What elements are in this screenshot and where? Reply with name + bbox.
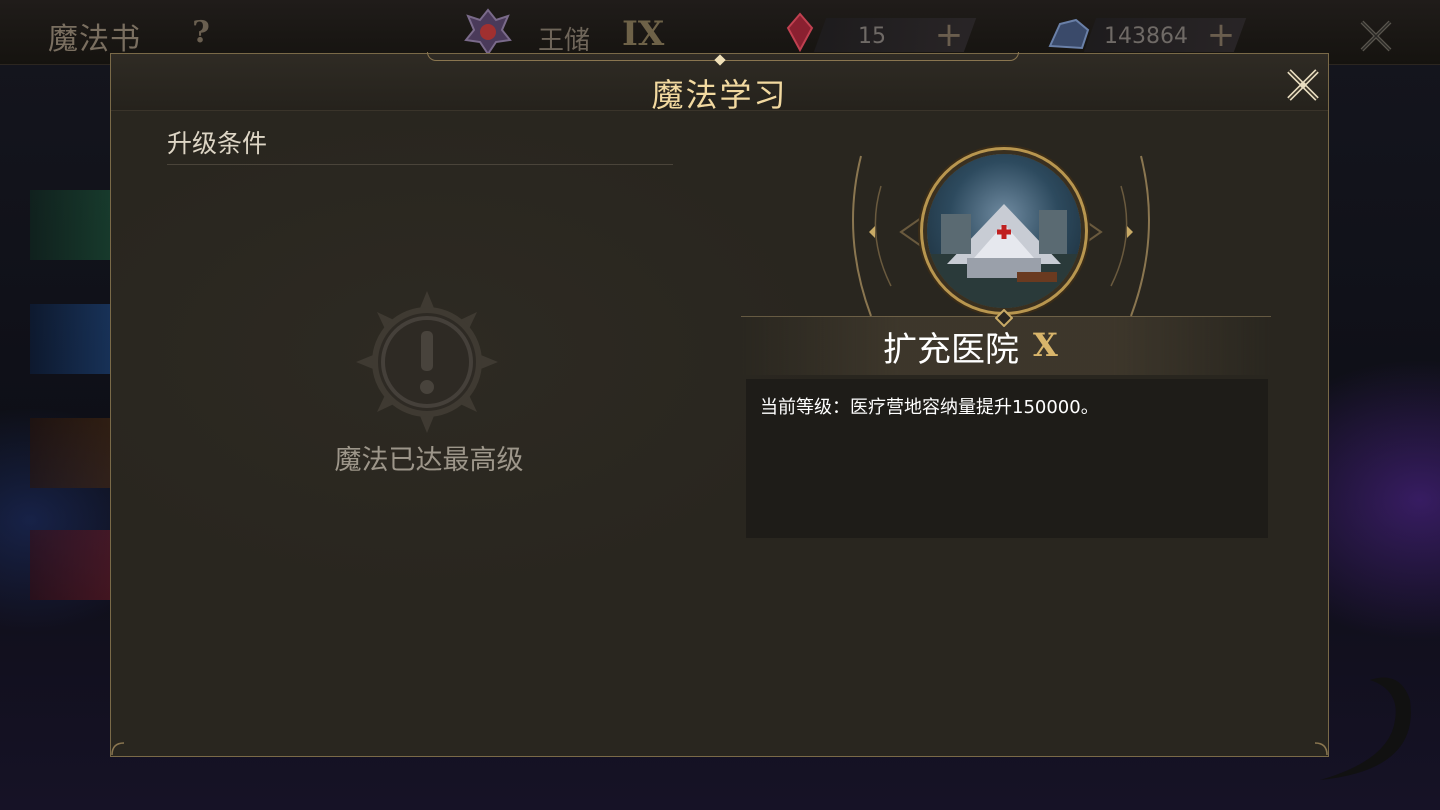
side-tab-3 — [30, 418, 110, 488]
crystal-icon — [1048, 18, 1090, 50]
close-icon[interactable] — [1285, 67, 1321, 103]
skill-description: 当前等级：医疗营地容纳量提升150000。 — [760, 397, 1099, 418]
side-tab-4 — [30, 530, 110, 600]
magic-learning-dialog: 魔法学习 升级条件 魔法已达最高级 扩充医院 X 当前等级：医疗营地容纳量提升1… — [110, 52, 1329, 757]
max-level-text: 魔法已达最高级 — [334, 445, 524, 476]
side-tab-2 — [30, 304, 110, 374]
page-title: 魔法书 — [48, 22, 141, 57]
side-tab-1 — [30, 190, 110, 260]
gem-icon — [786, 12, 814, 52]
rank-level: IX — [622, 14, 665, 54]
hospital-tent-icon — [927, 154, 1081, 308]
skill-name: 扩充医院 — [883, 330, 1019, 370]
skill-level: X — [1033, 326, 1058, 364]
close-icon[interactable] — [1356, 16, 1396, 56]
corner-ornament — [1314, 742, 1328, 756]
corner-ornament — [111, 742, 125, 756]
dialog-title: 魔法学习 — [651, 76, 788, 114]
rank-emblem-icon — [464, 8, 512, 56]
question-icon[interactable]: ? — [186, 18, 216, 48]
section-divider — [167, 164, 673, 165]
plus-icon[interactable]: + — [1206, 18, 1236, 52]
plus-icon[interactable]: + — [934, 18, 964, 52]
resource-2-value: 143864 — [1104, 24, 1188, 49]
description-box: 当前等级：医疗营地容纳量提升150000。 — [746, 379, 1268, 538]
exclamation-gear-icon — [356, 291, 498, 433]
resource-1-value: 15 — [858, 24, 886, 49]
section-heading: 升级条件 — [167, 129, 268, 158]
